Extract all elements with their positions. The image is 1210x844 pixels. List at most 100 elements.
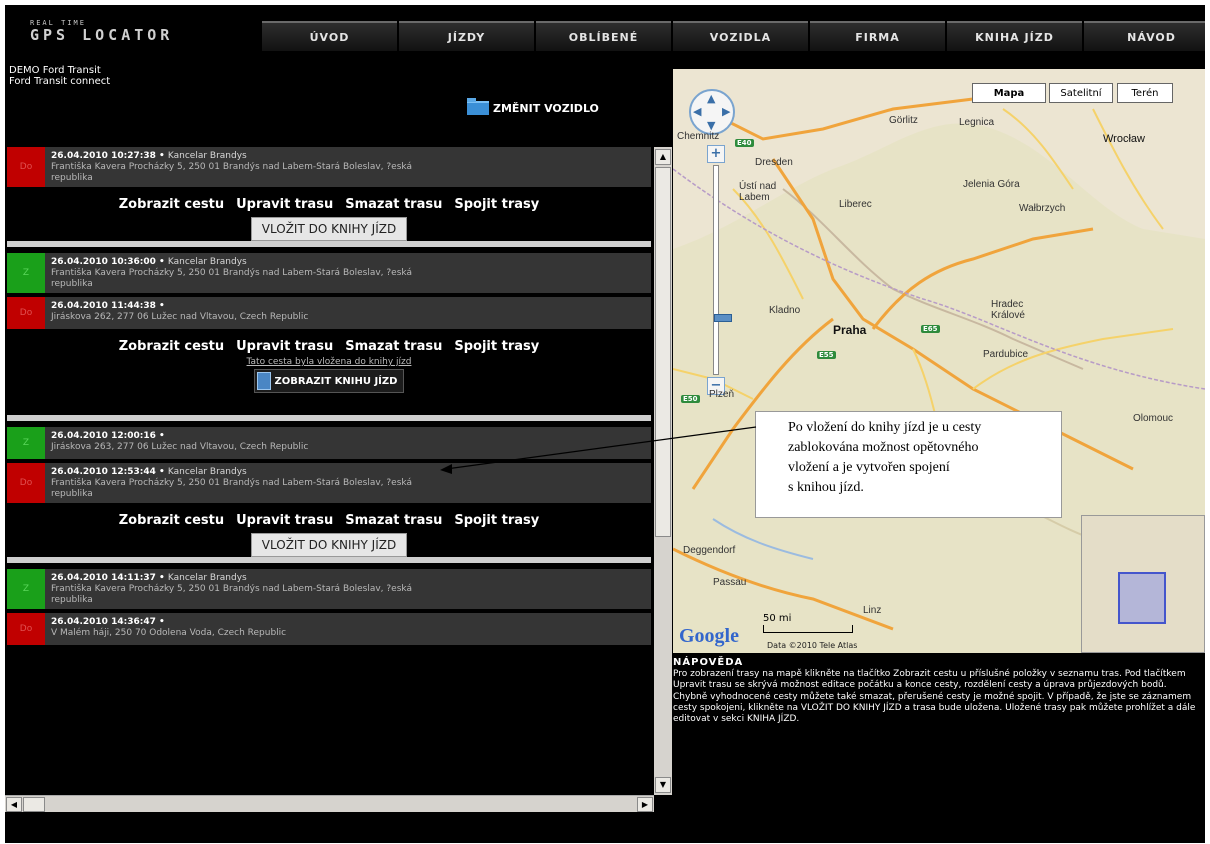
pan-left-icon[interactable]: ◀ xyxy=(693,105,701,118)
overview-minimap[interactable] xyxy=(1081,515,1205,653)
trip-address-cont: republika xyxy=(51,489,93,499)
map-type-satellite-button[interactable]: Satelitní xyxy=(1049,83,1113,103)
trip-place: Kancelar Brandys xyxy=(167,257,247,267)
show-route-link[interactable]: Zobrazit cestu xyxy=(119,513,224,528)
trip-address: Františka Kavera Procházky 5, 250 01 Bra… xyxy=(51,162,412,172)
highway-badge: E55 xyxy=(817,351,836,359)
trip-list-horizontal-scrollbar[interactable]: ◀ ▶ xyxy=(5,795,654,812)
trip-address: V Malém háji, 250 70 Odolena Voda, Czech… xyxy=(51,628,287,638)
trip-row[interactable]: Z 26.04.2010 12:00:16 • Jiráskova 263, 2… xyxy=(7,427,651,459)
scroll-down-icon[interactable]: ▼ xyxy=(655,777,671,793)
trip-time: 26.04.2010 12:53:44 • Kancelar Brandys xyxy=(51,463,651,478)
trip-timestamp: 26.04.2010 10:27:38 • xyxy=(51,151,165,161)
gps-locator-logo[interactable]: REAL TIME GPS LOCATOR xyxy=(5,5,260,51)
book-icon xyxy=(256,372,271,390)
pan-right-icon[interactable]: ▶ xyxy=(722,105,730,118)
show-route-link[interactable]: Zobrazit cestu xyxy=(119,197,224,212)
trip-place: Kancelar Brandys xyxy=(167,573,247,583)
join-routes-link[interactable]: Spojit trasy xyxy=(454,513,539,528)
trip-timestamp: 26.04.2010 14:36:47 • xyxy=(51,617,165,627)
trip-tag-origin: Z xyxy=(7,569,45,609)
trip-address: Františka Kavera Procházky 5, 250 01 Bra… xyxy=(51,268,412,278)
trip-list-vertical-scrollbar[interactable]: ▲ ▼ xyxy=(654,147,672,795)
show-logbook-button[interactable]: ZOBRAZIT KNIHU JÍZD xyxy=(253,369,405,393)
edit-route-link[interactable]: Upravit trasu xyxy=(236,339,333,354)
callout-line: zablokována možnost opětovného xyxy=(788,440,979,455)
nav-uvod[interactable]: ÚVOD xyxy=(262,21,397,51)
zoom-slider-handle[interactable] xyxy=(714,314,732,322)
google-logo: Google xyxy=(679,625,739,647)
show-route-link[interactable]: Zobrazit cestu xyxy=(119,339,224,354)
scale-label: 50 mi xyxy=(763,613,792,624)
scroll-left-icon[interactable]: ◀ xyxy=(6,797,22,812)
city-label: Passau xyxy=(713,577,747,588)
city-label: Liberec xyxy=(839,199,872,210)
city-label: Ústí nad Labem xyxy=(739,181,777,203)
map-attribution: Data ©2010 Tele Atlas xyxy=(767,641,858,650)
map-pan-control[interactable]: ▲ ◀ ▶ ▼ xyxy=(689,89,735,135)
city-label: Praha xyxy=(833,323,867,337)
trip-row[interactable]: Z 26.04.2010 14:11:37 • Kancelar Brandys… xyxy=(7,569,651,609)
annotation-callout: Po vložení do knihy jízd je u cesty zabl… xyxy=(755,411,1062,518)
trip-address-cont: republika xyxy=(51,279,93,289)
trip-tag-origin: Z xyxy=(7,427,45,459)
city-label: Linz xyxy=(863,605,882,616)
change-vehicle-label: ZMĚNIT VOZIDLO xyxy=(493,101,599,115)
nav-firma[interactable]: FIRMA xyxy=(810,21,945,51)
city-label: Hradec Králové xyxy=(991,299,1025,321)
edit-route-link[interactable]: Upravit trasu xyxy=(236,197,333,212)
trip-address-cont: republika xyxy=(51,173,93,183)
nav-kniha-jizd[interactable]: KNIHA JÍZD xyxy=(947,21,1082,51)
scroll-up-icon[interactable]: ▲ xyxy=(655,149,671,165)
map-view[interactable]: Mapa Satelitní Terén ▲ ◀ ▶ ▼ + − Dresden… xyxy=(673,69,1205,653)
city-label: Görlitz xyxy=(889,115,918,126)
map-scale: 50 mi xyxy=(763,613,853,633)
city-label: Pardubice xyxy=(983,349,1029,360)
nav-oblibene[interactable]: OBLÍBENÉ xyxy=(536,21,671,51)
trip-row[interactable]: Do 26.04.2010 11:44:38 • Jiráskova 262, … xyxy=(7,297,651,329)
trip-timestamp: 26.04.2010 14:11:37 • xyxy=(51,573,165,583)
nav-jizdy[interactable]: JÍZDY xyxy=(399,21,534,51)
trip-row[interactable]: Do 26.04.2010 12:53:44 • Kancelar Brandy… xyxy=(7,463,651,503)
insert-logbook-button[interactable]: VLOŽIT DO KNIHY JÍZD xyxy=(250,217,408,241)
edit-route-link[interactable]: Upravit trasu xyxy=(236,513,333,528)
city-label: Wrocław xyxy=(1103,133,1145,145)
trip-address: Jiráskova 263, 277 06 Lužec nad Vltavou,… xyxy=(51,442,309,452)
map-zoom-control[interactable]: + − xyxy=(707,145,732,395)
join-routes-link[interactable]: Spojit trasy xyxy=(454,197,539,212)
delete-route-link[interactable]: Smazat trasu xyxy=(345,339,442,354)
help-panel: NÁPOVĚDA Pro zobrazení trasy na mapě kli… xyxy=(673,657,1201,807)
nav-vozidla[interactable]: VOZIDLA xyxy=(673,21,808,51)
trip-block: Z 26.04.2010 14:11:37 • Kancelar Brandys… xyxy=(7,569,651,645)
zoom-in-icon[interactable]: + xyxy=(707,145,725,163)
join-routes-link[interactable]: Spojit trasy xyxy=(454,339,539,354)
city-label: Wałbrzych xyxy=(1019,203,1066,214)
trip-tag-destination: Do xyxy=(7,613,45,645)
delete-route-link[interactable]: Smazat trasu xyxy=(345,197,442,212)
trip-row[interactable]: Do 26.04.2010 10:27:38 • Kancelar Brandy… xyxy=(7,147,651,187)
nav-navod[interactable]: NÁVOD xyxy=(1084,21,1205,51)
highway-badge: E40 xyxy=(735,139,754,147)
delete-route-link[interactable]: Smazat trasu xyxy=(345,513,442,528)
trip-row[interactable]: Z 26.04.2010 10:36:00 • Kancelar Brandys… xyxy=(7,253,651,293)
pan-up-icon[interactable]: ▲ xyxy=(707,92,715,105)
trip-place: Kancelar Brandys xyxy=(167,467,247,477)
zoom-track[interactable] xyxy=(713,165,732,375)
trip-address: Františka Kavera Procházky 5, 250 01 Bra… xyxy=(51,584,412,594)
help-text: Pro zobrazení trasy na mapě klikněte na … xyxy=(673,669,1196,725)
trip-row[interactable]: Do 26.04.2010 14:36:47 • V Malém háji, 2… xyxy=(7,613,651,645)
scroll-right-icon[interactable]: ▶ xyxy=(637,797,653,812)
city-label: Legnica xyxy=(959,117,995,128)
map-type-map-button[interactable]: Mapa xyxy=(972,83,1046,103)
insert-logbook-button[interactable]: VLOŽIT DO KNIHY JÍZD xyxy=(250,533,408,557)
scrollbar-thumb[interactable] xyxy=(655,167,671,537)
change-vehicle-button[interactable]: ZMĚNIT VOZIDLO xyxy=(467,98,599,115)
help-title: NÁPOVĚDA xyxy=(673,657,744,668)
logbook-note: Tato cesta byla vložena do knihy jízd xyxy=(246,357,412,367)
map-type-terrain-button[interactable]: Terén xyxy=(1117,83,1173,103)
trip-time: 26.04.2010 10:27:38 • Kancelar Brandys xyxy=(51,147,651,162)
minimap-viewport[interactable] xyxy=(1118,572,1166,624)
scrollbar-thumb[interactable] xyxy=(23,797,45,812)
vehicle-model: Ford Transit connect xyxy=(9,76,111,87)
city-label: Deggendorf xyxy=(683,545,736,556)
